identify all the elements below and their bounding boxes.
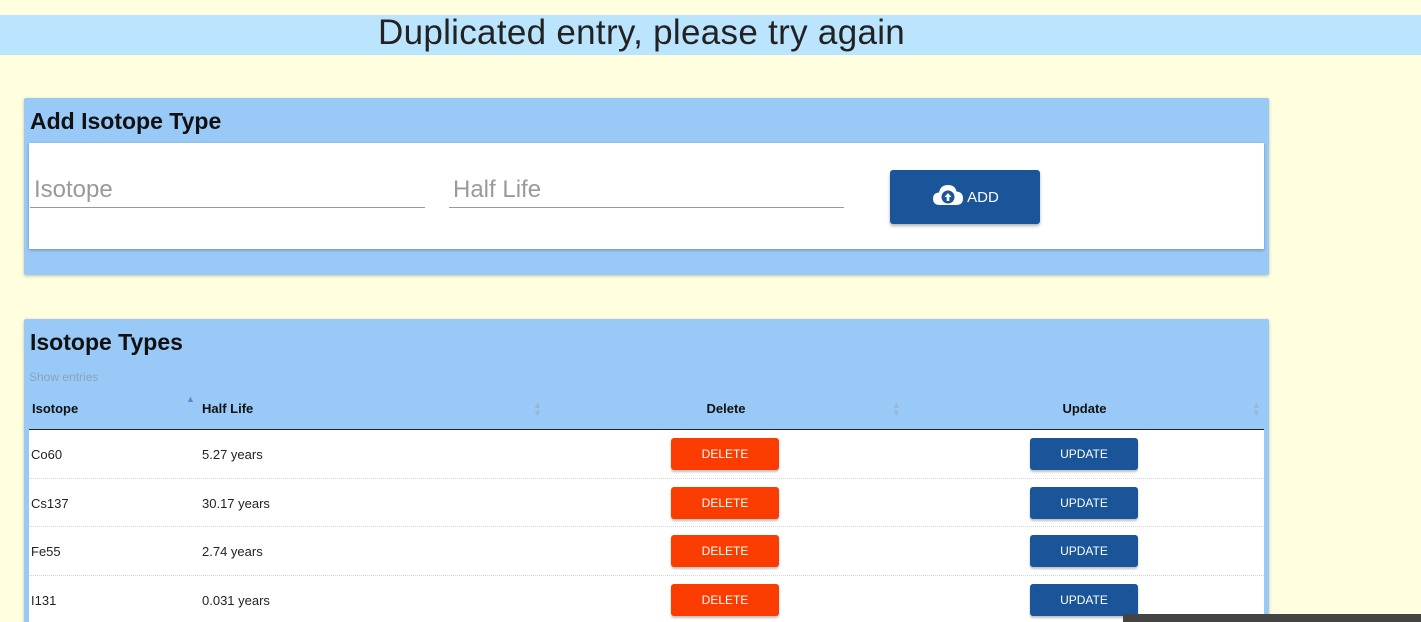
cell-isotope: Fe55 <box>31 544 61 559</box>
update-button[interactable]: UPDATE <box>1030 438 1138 470</box>
sort-icon: ▲ ▼ <box>892 400 901 418</box>
table-body: Co60 5.27 years DELETE UPDATE Cs137 30.1… <box>29 430 1264 622</box>
half-life-input[interactable] <box>449 173 844 208</box>
isotope-input[interactable] <box>30 173 425 208</box>
isotope-table: Isotope ▲ Half Life ▲ ▼ Delete ▲ ▼ Update … <box>29 392 1264 622</box>
sort-ascending-icon: ▲ <box>186 394 195 404</box>
column-header-update[interactable]: Update ▲ ▼ <box>905 392 1264 430</box>
isotope-types-title: Isotope Types <box>30 329 183 355</box>
cell-half-life: 2.74 years <box>202 544 263 559</box>
table-row: Fe55 2.74 years DELETE UPDATE <box>29 527 1264 576</box>
delete-button[interactable]: DELETE <box>671 583 779 616</box>
column-header-label: Half Life <box>202 401 254 416</box>
column-header-label: Isotope <box>32 401 79 416</box>
update-button[interactable]: UPDATE <box>1030 583 1138 616</box>
cell-isotope: Cs137 <box>31 495 69 511</box>
add-isotope-title: Add Isotope Type <box>30 108 222 134</box>
column-header-isotope[interactable]: Isotope ▲ <box>32 392 202 430</box>
table-row: Co60 5.27 years DELETE UPDATE <box>29 430 1264 479</box>
cell-half-life: 5.27 years <box>202 447 263 462</box>
add-button-label: ADD <box>967 188 999 206</box>
alert-message: Duplicated entry, please try again <box>378 13 906 52</box>
add-button[interactable]: ADD <box>890 170 1040 224</box>
column-header-label: Update <box>1062 401 1107 416</box>
cell-isotope: Co60 <box>31 447 63 462</box>
table-row: I131 0.031 years DELETE UPDATE <box>29 576 1264 622</box>
add-isotope-form: ADD <box>29 143 1264 249</box>
cell-half-life: 30.17 years <box>202 495 270 511</box>
sort-icon: ▲ ▼ <box>1252 400 1261 418</box>
cell-half-life: 0.031 years <box>202 592 270 608</box>
show-entries-label: Show entries <box>29 370 99 384</box>
sort-icon: ▲ ▼ <box>533 400 542 418</box>
column-header-label: Delete <box>706 401 746 416</box>
bottom-overlay-bar <box>1123 614 1421 622</box>
delete-button[interactable]: DELETE <box>671 535 779 567</box>
cell-isotope: I131 <box>31 592 57 608</box>
update-button[interactable]: UPDATE <box>1030 486 1138 519</box>
delete-button[interactable]: DELETE <box>671 486 779 519</box>
table-header: Isotope ▲ Half Life ▲ ▼ Delete ▲ ▼ Update … <box>29 392 1264 430</box>
column-header-half-life[interactable]: Half Life ▲ ▼ <box>202 392 547 430</box>
delete-button[interactable]: DELETE <box>671 438 779 470</box>
add-isotope-card: Add Isotope Type ADD <box>24 98 1269 275</box>
isotope-types-card: Isotope Types Show entries Isotope ▲ Hal… <box>24 319 1269 622</box>
column-header-delete[interactable]: Delete ▲ ▼ <box>547 392 905 430</box>
update-button[interactable]: UPDATE <box>1030 535 1138 567</box>
cloud-upload-icon <box>931 183 967 211</box>
table-row: Cs137 30.17 years DELETE UPDATE <box>29 479 1264 527</box>
